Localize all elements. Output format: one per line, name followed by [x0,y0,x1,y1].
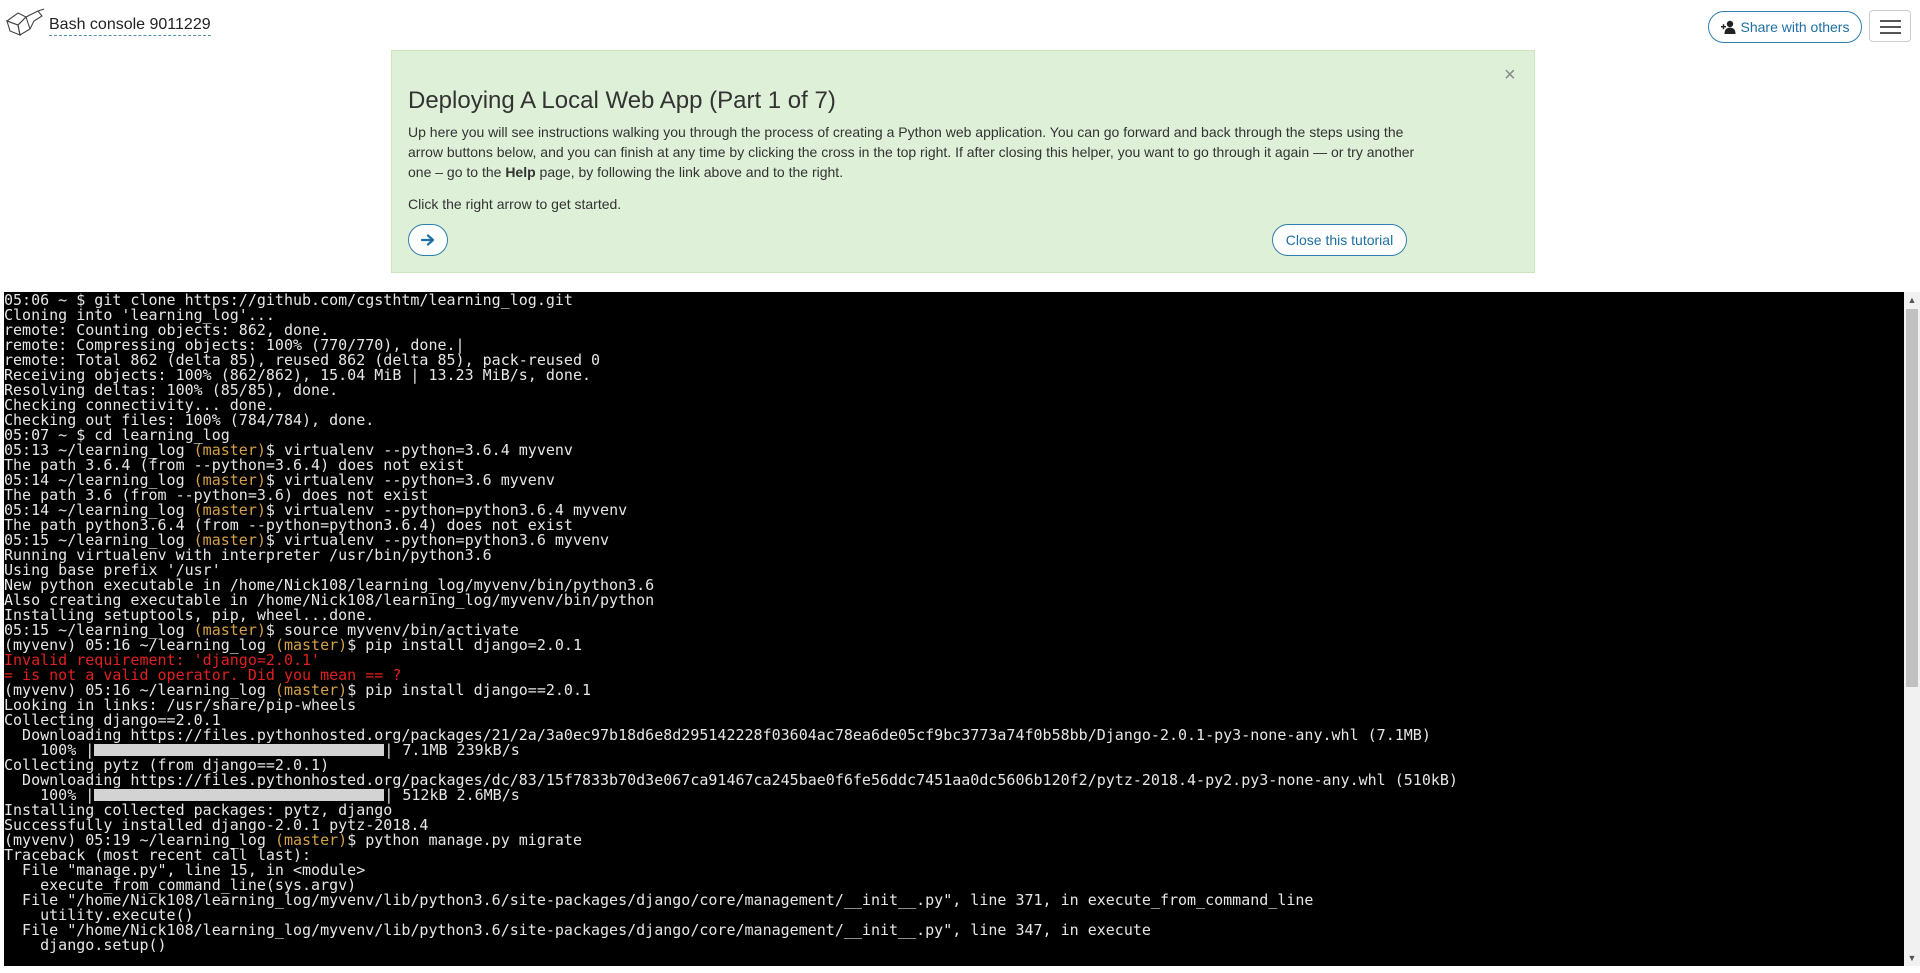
terminal-scrollbar[interactable]: ▲ ▼ [1904,292,1920,966]
next-step-button[interactable] [408,224,448,256]
console-title[interactable]: Bash console 9011229 [49,15,211,36]
terminal-text: django.setup() [4,936,167,954]
scroll-up-arrow-icon[interactable]: ▲ [1907,295,1917,305]
hamburger-bar [1880,26,1901,28]
terminal[interactable]: 05:06 ~ $ git clone https://github.com/c… [0,292,1904,966]
terminal-text: File "/home/Nick108/learning_log/myvenv/… [4,921,1151,939]
terminal-text: | 7.1MB 239kB/s [384,741,520,759]
terminal-line: Downloading https://files.pythonhosted.o… [4,773,1458,788]
share-button-label: Share with others [1740,19,1850,35]
terminal-text: Downloading https://files.pythonhosted.o… [4,726,1431,744]
pythonanywhere-logo-icon[interactable] [4,7,46,41]
terminal-text: $ python manage.py migrate [347,831,582,849]
tutorial-hint: Click the right arrow to get started. [408,196,622,212]
terminal-text: File "/home/Nick108/learning_log/myvenv/… [4,891,1314,909]
tutorial-title: Deploying A Local Web App (Part 1 of 7) [408,87,836,114]
tutorial-body: Up here you will see instructions walkin… [408,122,1418,182]
close-icon[interactable]: × [1504,65,1516,85]
terminal-text: Downloading https://files.pythonhosted.o… [4,771,1458,789]
terminal-line: File "/home/Nick108/learning_log/myvenv/… [4,893,1458,908]
terminal-line: File "/home/Nick108/learning_log/myvenv/… [4,923,1458,938]
terminal-line: Running virtualenv with interpreter /usr… [4,548,1458,563]
close-tutorial-button[interactable]: Close this tutorial [1272,224,1407,256]
terminal-text: $ pip install django=2.0.1 [347,636,582,654]
tutorial-panel: × Deploying A Local Web App (Part 1 of 7… [391,50,1535,273]
terminal-line: Looking in links: /usr/share/pip-wheels [4,698,1458,713]
terminal-text: | 512kB 2.6MB/s [384,786,520,804]
terminal-text: $ pip install django==2.0.1 [347,681,592,699]
hamburger-menu-icon [1880,20,1901,22]
scroll-down-arrow-icon[interactable]: ▼ [1907,953,1917,963]
download-progress-bar [94,744,385,756]
share-button[interactable]: Share with others [1708,11,1862,43]
add-user-icon [1720,20,1736,34]
terminal-line: django.setup() [4,938,1458,953]
terminal-output: 05:06 ~ $ git clone https://github.com/c… [4,293,1458,953]
scrollbar-thumb[interactable] [1906,309,1918,687]
terminal-line: Downloading https://files.pythonhosted.o… [4,728,1458,743]
download-progress-bar [94,789,385,801]
hamburger-bar [1880,32,1901,34]
help-reference: Help [505,164,536,180]
arrow-right-icon [421,234,435,246]
hamburger-menu-button[interactable] [1869,10,1911,42]
tutorial-body-text: page, by following the link above and to… [535,164,844,180]
